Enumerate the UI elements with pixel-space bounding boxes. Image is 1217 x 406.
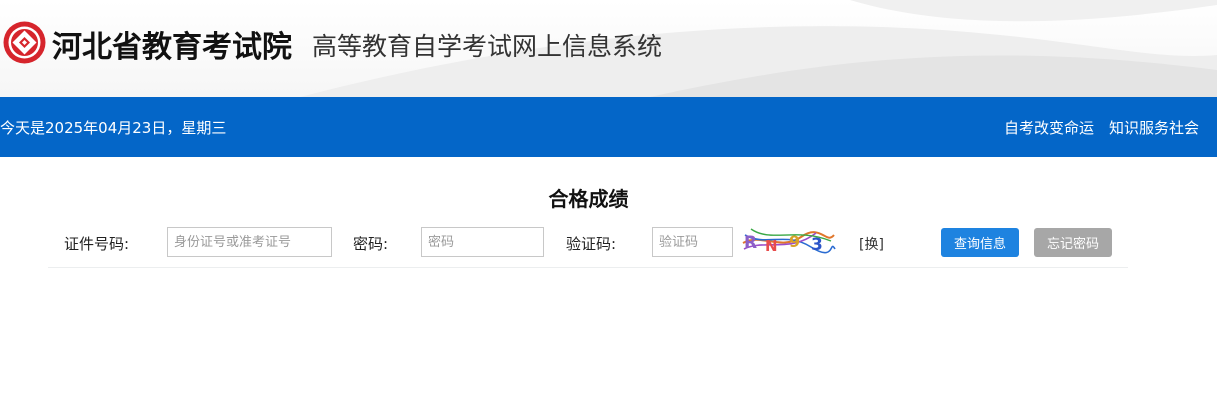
id-number-input[interactable] [167,227,332,257]
info-bar: 今天是2025年04月23日，星期三 自考改变命运 知识服务社会 [0,97,1217,157]
svg-text:9: 9 [789,232,800,251]
query-form: 证件号码: 密码: 验证码: R N 9 3 [换] 查询信息 忘记密码 [48,222,1128,268]
password-input[interactable] [421,227,544,257]
page-title: 合格成绩 [548,187,629,211]
slogan-1: 自考改变命运 [1003,119,1094,137]
svg-text:N: N [765,237,778,255]
date-text: 今天是2025年04月23日，星期三 [0,119,227,137]
forgot-password-button[interactable]: 忘记密码 [1034,228,1112,257]
svg-text:3: 3 [811,235,823,255]
captcha-label: 验证码: [566,235,617,253]
captcha-refresh-link[interactable]: [换] [859,234,884,254]
logo-seal-icon [3,21,46,64]
system-name: 高等教育自学考试网上信息系统 [312,32,663,61]
query-button[interactable]: 查询信息 [941,228,1019,257]
site-header: 河北省教育考试院 高等教育自学考试网上信息系统 [0,0,1217,97]
captcha-image[interactable]: R N 9 3 [741,225,836,257]
org-name: 河北省教育考试院 [52,30,292,65]
svg-text:R: R [744,233,757,253]
password-label: 密码: [353,235,389,253]
slogan-2: 知识服务社会 [1108,119,1199,137]
id-number-label: 证件号码: [64,235,130,253]
captcha-input[interactable] [652,227,733,257]
slogan-group: 自考改变命运 知识服务社会 [1004,117,1199,138]
